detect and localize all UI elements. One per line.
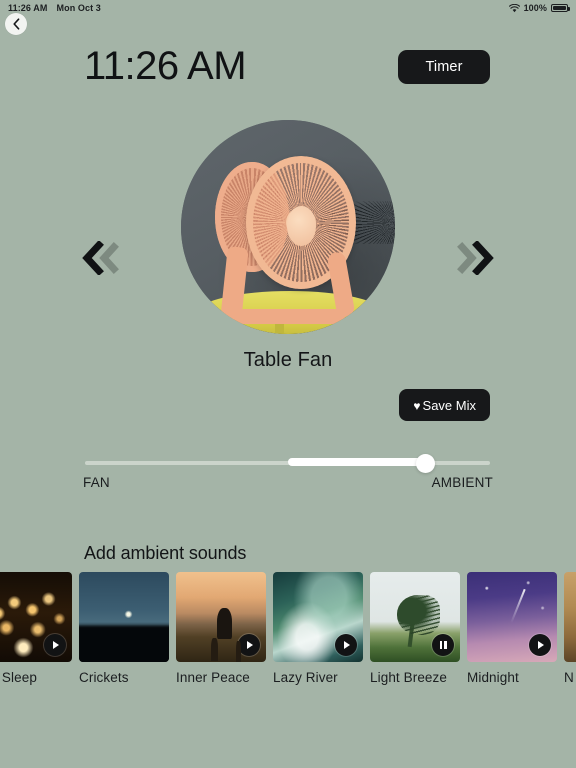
ambient-card-label: N <box>564 670 574 685</box>
save-mix-label: Save Mix <box>422 397 476 413</box>
status-date: Mon Oct 3 <box>56 3 101 13</box>
play-button[interactable] <box>141 634 163 656</box>
ambient-card[interactable]: Lazy River <box>273 572 363 685</box>
ambient-card[interactable]: Inner Peace <box>176 572 266 685</box>
play-icon <box>247 641 253 649</box>
battery-percent: 100% <box>523 3 547 13</box>
slider-fill <box>287 458 426 466</box>
play-button[interactable] <box>335 634 357 656</box>
pause-button[interactable] <box>432 634 454 656</box>
play-icon <box>150 641 156 649</box>
ambient-card[interactable]: ter Sleep <box>0 572 72 685</box>
timer-button[interactable]: Timer <box>398 50 490 84</box>
sound-artwork[interactable] <box>181 120 395 334</box>
status-bar-left: 11:26 AM Mon Oct 3 <box>8 3 101 13</box>
status-time: 11:26 AM <box>8 3 48 13</box>
app-screen: 11:26 AM Mon Oct 3 100% 11:26 AM Timer T… <box>0 0 576 768</box>
ambient-card-thumbnail[interactable] <box>370 572 460 662</box>
save-mix-button[interactable]: ♥ Save Mix <box>399 389 490 421</box>
chevron-double-left-icon <box>79 241 123 275</box>
slider-min-label: FAN <box>83 475 110 490</box>
ambient-card-label: Lazy River <box>273 670 338 685</box>
ambient-card[interactable]: Midnight <box>467 572 557 685</box>
fan-hub <box>287 206 316 247</box>
slider-thumb[interactable] <box>416 454 436 473</box>
artwork-fan <box>215 156 357 325</box>
timer-button-label: Timer <box>425 59 463 75</box>
ambient-card-thumbnail[interactable] <box>564 572 576 662</box>
status-bar: 11:26 AM Mon Oct 3 100% <box>0 0 576 16</box>
slider-max-label: AMBIENT <box>431 475 493 490</box>
next-sound-button[interactable] <box>444 228 506 288</box>
back-button[interactable] <box>5 13 27 35</box>
ambient-card-label: Light Breeze <box>370 670 447 685</box>
previous-sound-button[interactable] <box>70 228 132 288</box>
play-button[interactable] <box>44 634 66 656</box>
chevron-left-icon <box>12 18 21 30</box>
ambient-card-label: Midnight <box>467 670 519 685</box>
ambient-sounds-list[interactable]: ter Sleep Crickets Inner Peace Lazy River Li… <box>0 572 576 692</box>
ambient-card[interactable]: Light Breeze <box>370 572 460 685</box>
play-button[interactable] <box>529 634 551 656</box>
battery-full-icon <box>551 4 570 12</box>
play-icon <box>538 641 544 649</box>
ambient-card-label: Crickets <box>79 670 129 685</box>
ambient-card-thumbnail[interactable] <box>273 572 363 662</box>
play-button[interactable] <box>238 634 260 656</box>
pause-icon <box>439 641 447 649</box>
wifi-icon <box>508 3 520 13</box>
current-time: 11:26 AM <box>84 44 247 88</box>
ambient-card-label: Inner Peace <box>176 670 250 685</box>
fan-ambient-slider[interactable] <box>85 454 490 473</box>
ambient-section-heading: Add ambient sounds <box>84 543 247 563</box>
ambient-card-label: ter Sleep <box>0 670 37 685</box>
ambient-card-thumbnail[interactable] <box>79 572 169 662</box>
ambient-card-thumbnail[interactable] <box>0 572 72 662</box>
fan-base <box>220 308 346 325</box>
ambient-card[interactable]: N <box>564 572 576 685</box>
ambient-card-thumbnail[interactable] <box>176 572 266 662</box>
ambient-card-thumbnail[interactable] <box>467 572 557 662</box>
chevron-double-right-icon <box>453 241 497 275</box>
play-icon <box>344 641 350 649</box>
ambient-card[interactable]: Crickets <box>79 572 169 685</box>
status-bar-right: 100% <box>508 3 570 13</box>
slider-labels: FAN AMBIENT <box>83 475 493 490</box>
sound-title: Table Fan <box>243 349 333 371</box>
heart-icon: ♥ <box>413 398 421 413</box>
sound-artwork-circle <box>181 120 395 334</box>
play-icon <box>53 641 59 649</box>
